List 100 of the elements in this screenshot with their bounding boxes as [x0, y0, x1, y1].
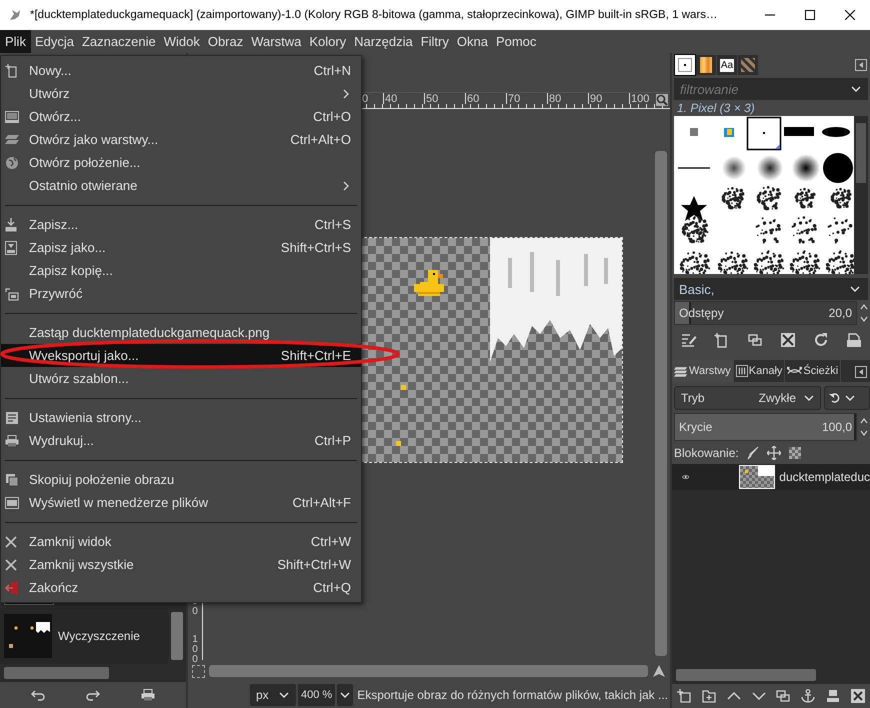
redo-icon[interactable]	[86, 689, 100, 701]
menu-bar-item[interactable]: Zaznaczenie	[78, 30, 160, 53]
panel-tab[interactable]: Ścieżki	[785, 360, 842, 382]
fonts-tab[interactable]: Aa	[717, 55, 737, 75]
menu-bar-item[interactable]: Okna	[452, 30, 492, 53]
menu-bar-item[interactable]: Filtry	[416, 30, 453, 53]
menu-item[interactable]: Ustawienia strony...	[1, 406, 361, 429]
chevron-right-icon	[343, 180, 349, 190]
scrollbar[interactable]	[655, 151, 667, 656]
panel-menu-icon[interactable]	[855, 59, 867, 71]
menu-bar-item[interactable]: Narzędzia	[350, 30, 417, 53]
menu-bar-item[interactable]: Widok	[160, 30, 204, 53]
menu-item[interactable]: Zastąp ducktemplateduckgamequack.png	[1, 321, 361, 344]
zoom-field[interactable]: 400 %	[298, 684, 336, 706]
panel-tab[interactable]: Kanały	[734, 360, 786, 382]
panel-tab[interactable]: Warstwy	[672, 360, 734, 382]
chevron-down-icon[interactable]	[752, 692, 766, 700]
menu-item[interactable]: Zapisz jako... Shift+Ctrl+S	[1, 236, 361, 259]
undo-icon[interactable]	[30, 689, 45, 701]
quick-mask-icon[interactable]	[192, 664, 205, 678]
refresh-icon[interactable]	[812, 332, 828, 348]
scrollbar-thumb[interactable]	[676, 669, 816, 681]
chevron-down-icon	[340, 692, 350, 698]
new-document-icon[interactable]	[714, 332, 730, 348]
chevron-right-icon	[343, 88, 349, 98]
unit-dropdown[interactable]: px	[250, 684, 296, 706]
filter-field[interactable]: filtrowanie	[674, 78, 844, 100]
checkerboard-icon[interactable]	[788, 447, 801, 459]
duplicate-icon[interactable]	[746, 332, 762, 348]
chevron-up-icon[interactable]	[726, 692, 741, 700]
spin-arrows-icon	[860, 417, 868, 437]
folder-icon[interactable]	[702, 689, 716, 703]
scrollbar[interactable]	[854, 116, 868, 274]
menu-item[interactable]: Utwórz	[1, 82, 361, 105]
ruler-label: 100	[191, 635, 199, 665]
menu-bar-item[interactable]: Edycja	[30, 30, 78, 53]
menu-item[interactable]: Ostatnio otwierane	[1, 174, 361, 197]
delete-icon[interactable]	[780, 332, 796, 348]
status-message: Eksportuje obraz do różnych formatów plików, takich jak ...	[357, 688, 668, 702]
merge-icon[interactable]	[826, 689, 840, 703]
zoom-icon[interactable]	[656, 94, 668, 106]
composite-dropdown[interactable]	[824, 386, 870, 410]
duplicate-icon[interactable]	[776, 689, 790, 703]
picture-icon	[5, 110, 19, 122]
menu-bar-item[interactable]: Pomoc	[492, 30, 540, 53]
menu-item[interactable]: Otwórz... Ctrl+O	[1, 105, 361, 128]
dropdown-button[interactable]	[844, 78, 868, 100]
menu-item[interactable]: Nowy... Ctrl+N	[1, 59, 361, 82]
panel-menu-icon[interactable]	[855, 366, 867, 378]
layer-row[interactable]: ducktemplateduc	[672, 464, 870, 490]
gradients-tab[interactable]	[696, 55, 716, 75]
new-layer-icon[interactable]	[677, 689, 692, 703]
save-icon	[5, 240, 17, 254]
layer-thumbnail	[739, 465, 776, 489]
layers-icon	[5, 134, 19, 146]
brush-grid-drawing[interactable]	[674, 116, 854, 274]
spacing-slider[interactable]: Odstępy 20,0	[674, 301, 857, 325]
menu-item[interactable]: Zamknij wszystkie Shift+Ctrl+W	[1, 553, 361, 576]
menu-item[interactable]: Otwórz jako warstwy... Ctrl+Alt+O	[1, 128, 361, 151]
scrollbar[interactable]	[209, 665, 648, 677]
printer-icon[interactable]	[141, 689, 156, 701]
navigate-icon[interactable]	[652, 664, 666, 678]
delete-icon[interactable]	[850, 689, 865, 703]
anchor-icon[interactable]	[801, 689, 816, 703]
move-icon[interactable]	[766, 446, 781, 460]
edit-icon[interactable]	[680, 332, 696, 348]
chevron-down-icon	[804, 395, 814, 401]
menu-item[interactable]: Przywróć	[1, 282, 361, 305]
printer-icon	[5, 434, 19, 446]
channels-icon	[736, 365, 748, 377]
new-document-icon	[5, 64, 19, 78]
mode-dropdown[interactable]: Tryb Zwykłe	[674, 386, 821, 410]
menu-item[interactable]: Otwórz położenie...	[1, 151, 361, 174]
open-icon[interactable]	[846, 332, 862, 348]
menu-bar-item[interactable]: Obraz	[204, 30, 248, 53]
menu-item[interactable]: Zamknij widok Ctrl+W	[1, 530, 361, 553]
chevron-down-icon	[278, 692, 289, 698]
download-icon	[5, 218, 17, 232]
lock-label: Blokowanie:	[674, 446, 739, 460]
menu-item[interactable]: Wyświetl w menedżerze plików Ctrl+Alt+F	[1, 491, 361, 514]
menu-item[interactable]: Zapisz kopię...	[1, 259, 361, 282]
scrollbar-thumb[interactable]	[4, 667, 109, 679]
menu-item[interactable]: Utwórz szablon...	[1, 367, 361, 390]
scrollbar[interactable]	[171, 612, 183, 660]
app-icon	[8, 8, 22, 22]
zoom-dropdown[interactable]	[337, 684, 354, 706]
brush-icon[interactable]	[746, 446, 759, 460]
menu-item[interactable]: Wydrukuj... Ctrl+P	[1, 429, 361, 452]
menu-bar-item[interactable]: Kolory	[305, 30, 350, 53]
preset-dropdown[interactable]: Basic,	[674, 278, 868, 300]
menu-item[interactable]: Skopiuj położenie obrazu	[1, 468, 361, 491]
opacity-slider[interactable]: Krycie 100,0	[674, 413, 857, 441]
menu-bar-item[interactable]: Plik	[0, 30, 31, 53]
history-item[interactable]: Wyczyszczenie	[0, 608, 168, 664]
menu-item[interactable]: Zapisz... Ctrl+S	[1, 213, 361, 236]
menu-bar-item[interactable]: Warstwa	[247, 30, 306, 53]
page-setup-icon	[5, 410, 19, 424]
patterns-tab[interactable]	[738, 55, 758, 75]
brush-name: 1. Pixel (3 × 3)	[676, 101, 756, 116]
menu-item[interactable]: Zakończ Ctrl+Q	[1, 576, 361, 599]
